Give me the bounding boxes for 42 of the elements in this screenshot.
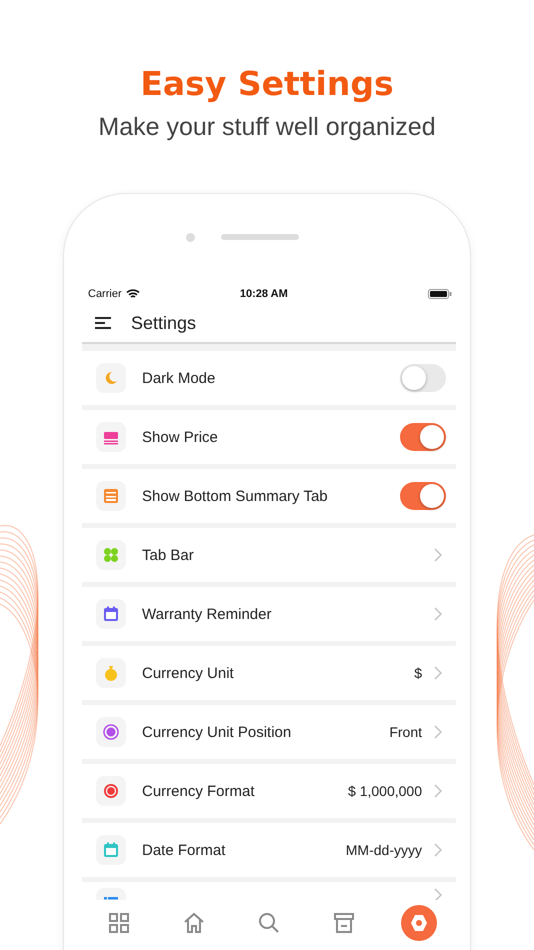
carrier-label: Carrier: [88, 288, 122, 300]
setting-label: Currency Format: [142, 782, 255, 800]
toggle-switch[interactable]: [400, 423, 446, 451]
setting-label: Show Bottom Summary Tab: [142, 488, 328, 504]
setting-label: Tab Bar: [142, 546, 194, 564]
headline: Easy Settings: [139, 63, 395, 105]
setting-label: Dark Mode: [142, 370, 216, 386]
setting-label: Show Price: [142, 428, 218, 446]
settings-row[interactable]: Date Format MM-dd-yyyy: [82, 823, 456, 877]
settings-row[interactable]: Dark Mode: [82, 351, 456, 405]
settings-row[interactable]: Currency Format $ 1,000,000: [82, 764, 456, 818]
settings-row[interactable]: Tab Bar: [82, 528, 456, 582]
wifi-icon: [126, 289, 140, 299]
chevron-icon: [434, 607, 442, 621]
toggle-switch[interactable]: [400, 482, 446, 510]
toggle-switch[interactable]: [400, 364, 446, 392]
chevron-icon: [434, 784, 442, 798]
settings-icon[interactable]: [400, 904, 437, 940]
status-time: 10:28 AM: [238, 288, 289, 300]
setting-label: Currency Unit Position: [142, 724, 292, 740]
camera-dot: [186, 232, 194, 242]
screen-title: Settings: [131, 312, 196, 334]
setting-label: Warranty Reminder: [142, 606, 272, 622]
settings-row[interactable]: Currency Unit $: [82, 646, 456, 700]
setting-value: MM-dd-yyyy: [346, 842, 422, 858]
settings-row[interactable]: Show Price: [82, 410, 456, 464]
settings-row[interactable]: Warranty Reminder: [82, 587, 456, 641]
chevron-icon: [434, 888, 442, 900]
setting-label: Date Format: [142, 842, 226, 858]
setting-value: $ 1,000,000: [348, 783, 422, 799]
settings-row[interactable]: Currency Unit Position Front: [82, 705, 456, 759]
battery-icon: [428, 289, 452, 299]
setting-label: Currency Unit: [142, 664, 234, 682]
menu-icon[interactable]: [95, 317, 111, 329]
settings-row[interactable]: Show Bottom Summary Tab: [82, 469, 456, 523]
chevron-icon: [434, 548, 442, 562]
setting-value: Front: [389, 724, 422, 740]
chevron-icon: [434, 666, 442, 680]
chevron-icon: [434, 725, 442, 739]
setting-value: $: [414, 665, 422, 681]
subtitle: Make your stuff well organized: [97, 112, 437, 142]
chevron-icon: [434, 843, 442, 857]
